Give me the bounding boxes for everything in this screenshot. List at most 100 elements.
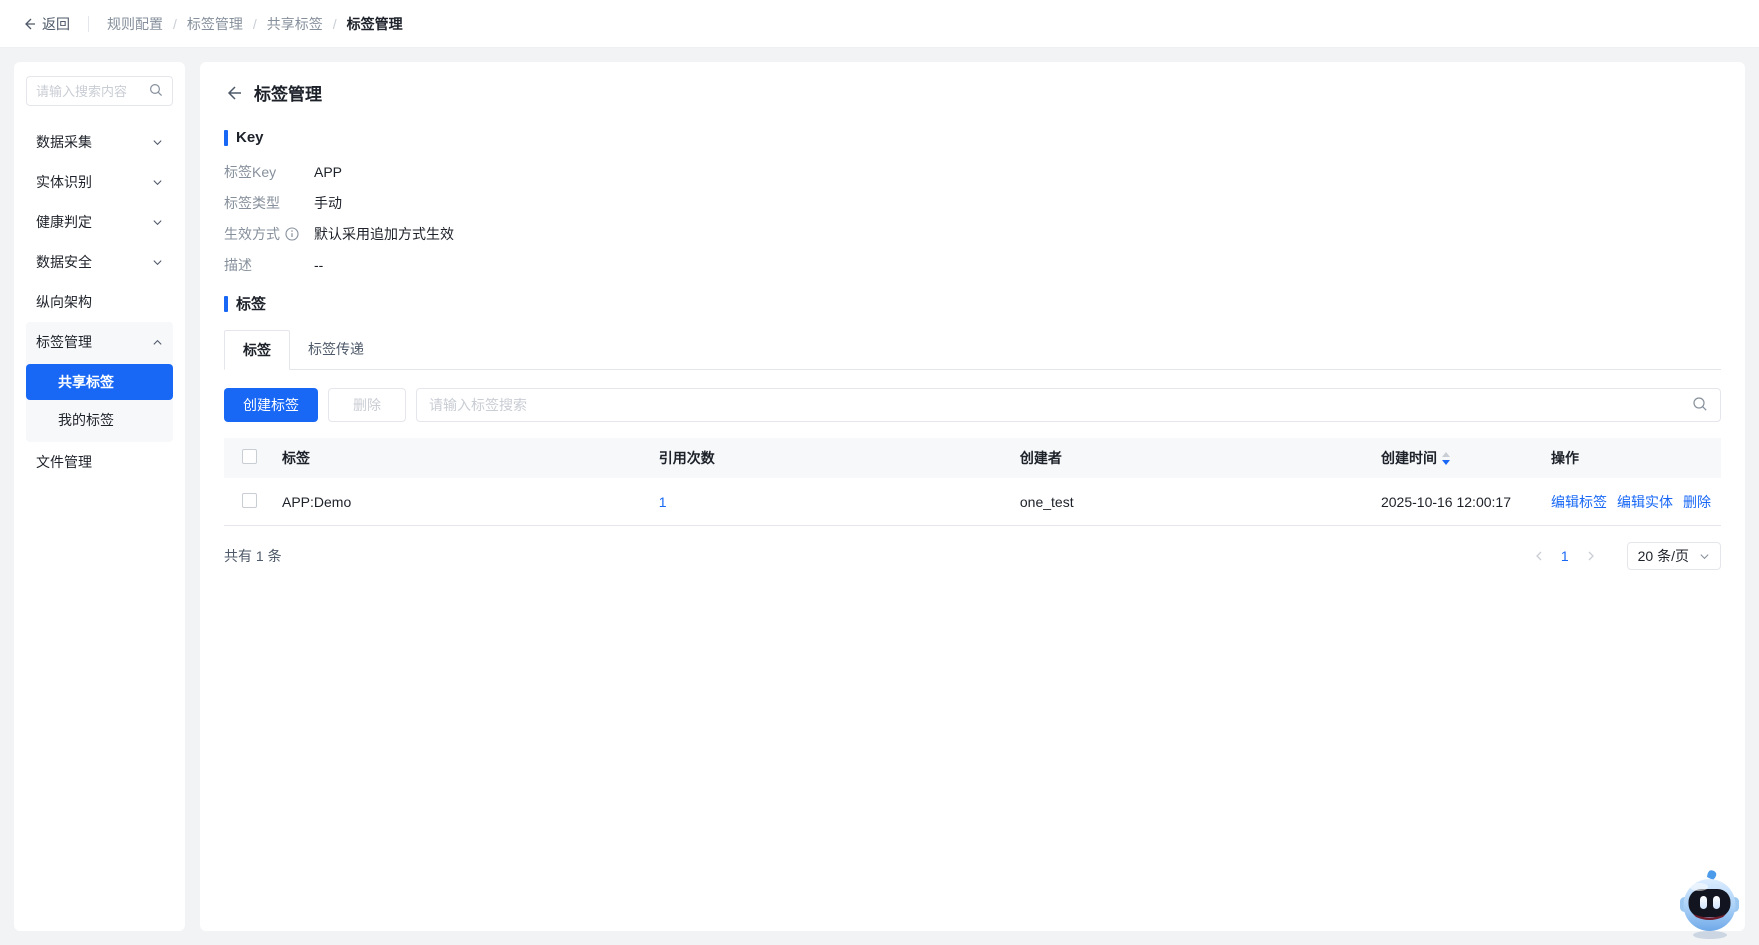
field-value: 手动 xyxy=(314,195,342,211)
breadcrumb-item[interactable]: 共享标签 xyxy=(267,14,323,34)
table-header-row: 标签 引用次数 创建者 创建时间 操作 xyxy=(224,438,1721,478)
delete-button[interactable]: 删除 xyxy=(328,388,406,422)
sidebar-item-label: 实体识别 xyxy=(36,174,92,190)
info-icon[interactable] xyxy=(285,227,299,241)
assistant-robot-mascot[interactable] xyxy=(1673,867,1745,941)
field-label: 标签类型 xyxy=(224,195,280,211)
field-row: 标签Key APP xyxy=(224,162,1721,182)
column-header-ref-count: 引用次数 xyxy=(658,450,715,466)
sidebar-search-input[interactable] xyxy=(36,83,149,99)
breadcrumb-item[interactable]: 规则配置 xyxy=(107,14,163,34)
table-toolbar: 创建标签 删除 xyxy=(224,388,1721,422)
sidebar-item-label: 文件管理 xyxy=(36,454,92,470)
column-header-creator: 创建者 xyxy=(1019,450,1062,466)
sidebar-item-entity-recognition[interactable]: 实体识别 xyxy=(26,162,173,202)
select-all-checkbox[interactable] xyxy=(242,449,257,464)
breadcrumb-separator: / xyxy=(252,15,257,32)
field-value: -- xyxy=(314,257,324,273)
table-row: APP:Demo 1 one_test 2025-10-16 12:00:17 … xyxy=(224,478,1721,526)
sort-icon[interactable] xyxy=(1441,451,1451,466)
edit-tag-link[interactable]: 编辑标签 xyxy=(1551,492,1607,512)
total-count: 共有 1 条 xyxy=(224,548,282,564)
field-row: 生效方式 默认采用追加方式生效 xyxy=(224,224,1721,244)
field-label: 标签Key xyxy=(224,164,277,180)
field-row: 描述 -- xyxy=(224,255,1721,275)
sidebar-group-tag-management: 标签管理 共享标签 我的标签 xyxy=(26,322,173,442)
breadcrumb-item[interactable]: 标签管理 xyxy=(187,14,243,34)
back-link[interactable]: 返回 xyxy=(22,14,70,34)
tab-label: 标签 xyxy=(243,342,271,358)
search-icon xyxy=(149,83,163,100)
top-bar: 返回 规则配置 / 标签管理 / 共享标签 / 标签管理 xyxy=(0,0,1759,48)
tab-tag-propagation[interactable]: 标签传递 xyxy=(290,330,382,369)
column-header-created-time: 创建时间 xyxy=(1381,448,1551,468)
sidebar-item-label: 健康判定 xyxy=(36,214,92,230)
breadcrumb-separator: / xyxy=(332,15,337,32)
title-back-arrow-icon[interactable] xyxy=(224,84,242,102)
table-footer: 共有 1 条 1 20 条/页 xyxy=(224,542,1721,570)
row-checkbox-cell xyxy=(224,492,282,511)
chevron-down-icon xyxy=(152,177,163,188)
section-accent-bar xyxy=(224,295,228,312)
delete-row-link[interactable]: 删除 xyxy=(1683,492,1711,512)
field-row: 标签类型 手动 xyxy=(224,193,1721,213)
cell-created-time: 2025-10-16 12:00:17 xyxy=(1380,493,1511,510)
back-arrow-icon xyxy=(22,17,36,31)
sidebar-item-label: 我的标签 xyxy=(58,412,114,428)
pagination: 1 20 条/页 xyxy=(1533,542,1721,570)
field-value: APP xyxy=(314,164,343,180)
main-panel: 标签管理 Key 标签Key APP 标签类型 手动 生效方式 默认采用追加方式… xyxy=(200,62,1745,931)
column-header-actions: 操作 xyxy=(1550,450,1579,466)
sidebar-item-shared-tags[interactable]: 共享标签 xyxy=(26,364,173,400)
chevron-down-icon xyxy=(152,137,163,148)
sidebar-item-my-tags[interactable]: 我的标签 xyxy=(26,402,173,438)
page-title: 标签管理 xyxy=(254,85,322,104)
key-section-heading: Key xyxy=(224,129,1721,146)
breadcrumb: 规则配置 / 标签管理 / 共享标签 / 标签管理 xyxy=(107,14,403,34)
cell-actions: 编辑标签 编辑实体 删除 xyxy=(1551,492,1721,512)
tag-section-heading: 标签 xyxy=(224,293,1721,314)
sidebar-item-label: 共享标签 xyxy=(58,374,114,390)
sidebar-search[interactable] xyxy=(26,76,173,106)
breadcrumb-separator: / xyxy=(173,15,177,32)
section-title: Key xyxy=(236,129,264,146)
tab-tags[interactable]: 标签 xyxy=(224,330,290,370)
field-label-text: 生效方式 xyxy=(224,226,280,242)
chevron-down-icon xyxy=(1699,551,1710,562)
page-size-value: 20 条/页 xyxy=(1637,548,1689,564)
chevron-down-icon xyxy=(152,217,163,228)
sidebar-item-tag-management[interactable]: 标签管理 xyxy=(26,322,173,362)
sidebar-menu: 数据采集 实体识别 健康判定 数据安全 纵向架构 标签管理 共享标签 我的标签 … xyxy=(26,122,173,482)
cell-ref-count: 1 xyxy=(659,494,1020,510)
row-checkbox[interactable] xyxy=(242,492,257,508)
create-tag-button[interactable]: 创建标签 xyxy=(224,388,318,422)
topbar-divider xyxy=(88,15,89,32)
breadcrumb-current: 标签管理 xyxy=(346,15,403,32)
key-field-list: 标签Key APP 标签类型 手动 生效方式 默认采用追加方式生效 描述 -- xyxy=(224,162,1721,275)
search-icon[interactable] xyxy=(1692,396,1708,415)
sidebar-item-label: 数据采集 xyxy=(36,134,92,150)
page-size-select[interactable]: 20 条/页 xyxy=(1626,542,1721,570)
edit-entity-link[interactable]: 编辑实体 xyxy=(1617,492,1673,512)
section-title: 标签 xyxy=(236,296,267,313)
tag-search-input[interactable] xyxy=(429,397,1692,413)
tag-search[interactable] xyxy=(416,388,1721,422)
sidebar-item-health-judgement[interactable]: 健康判定 xyxy=(26,202,173,242)
page-title-row: 标签管理 xyxy=(224,80,1721,105)
sidebar-item-label: 数据安全 xyxy=(36,254,92,270)
page-number[interactable]: 1 xyxy=(1561,548,1569,564)
sidebar-item-file-management[interactable]: 文件管理 xyxy=(26,442,173,482)
prev-page-icon[interactable] xyxy=(1533,550,1545,562)
ref-count-link[interactable]: 1 xyxy=(659,494,667,510)
tag-tabs: 标签 标签传递 xyxy=(224,330,1721,370)
back-label: 返回 xyxy=(42,15,70,32)
sidebar-item-vertical-architecture[interactable]: 纵向架构 xyxy=(26,282,173,322)
sidebar-item-data-collection[interactable]: 数据采集 xyxy=(26,122,173,162)
next-page-icon[interactable] xyxy=(1585,550,1597,562)
sidebar-item-label: 标签管理 xyxy=(36,334,92,350)
column-header-label: 创建时间 xyxy=(1380,450,1437,466)
field-label: 描述 xyxy=(224,257,252,273)
tab-label: 标签传递 xyxy=(308,341,364,357)
sidebar-item-data-security[interactable]: 数据安全 xyxy=(26,242,173,282)
cell-creator: one_test xyxy=(1019,493,1074,510)
